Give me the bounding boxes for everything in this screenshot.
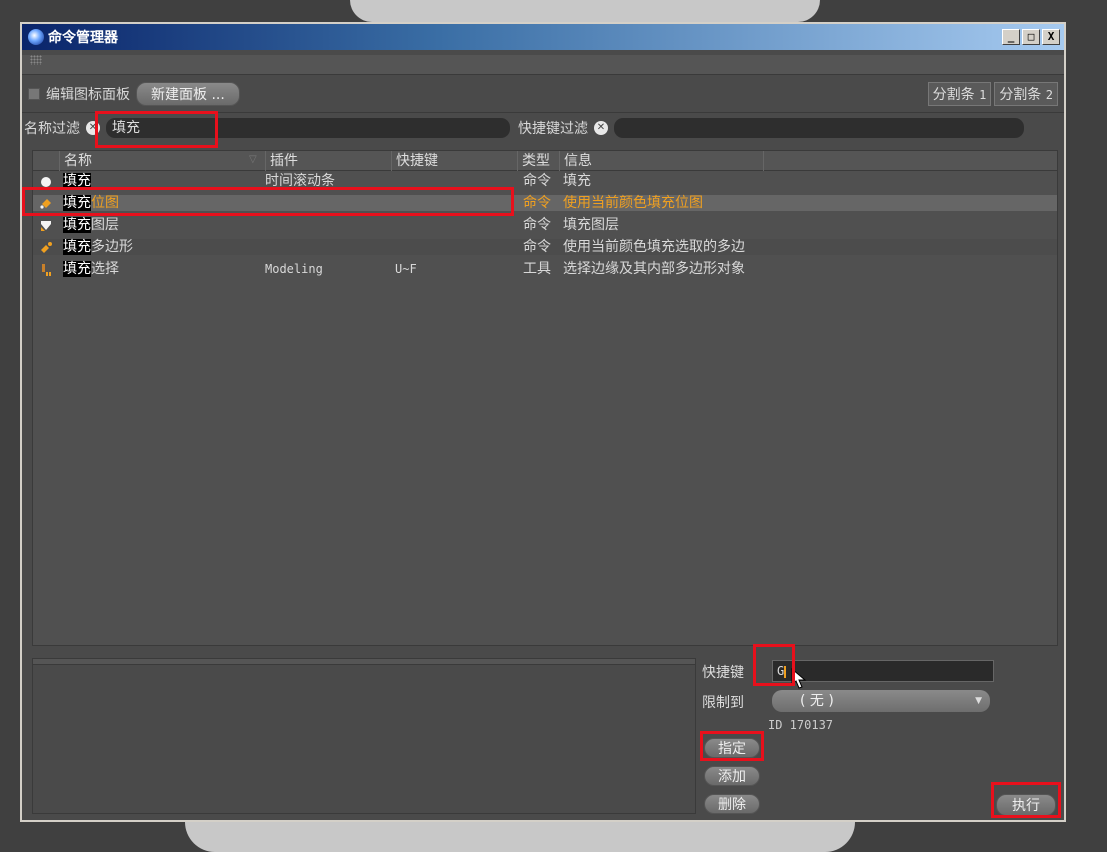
background-shape xyxy=(185,822,855,852)
row-type: 命令 xyxy=(523,173,551,189)
column-type[interactable]: 类型 xyxy=(517,151,559,171)
sort-indicator-icon: ▽ xyxy=(249,154,257,165)
shortcut-panel: 快捷键 G 限制到 ( 无 ) ▼ ID 170137 指定 添加 删除 执行 xyxy=(702,658,1062,818)
restrict-label: 限制到 xyxy=(702,695,744,711)
column-plugin[interactable]: 插件 xyxy=(265,151,391,171)
fill-layer-icon xyxy=(41,221,51,231)
add-button[interactable]: 添加 xyxy=(704,766,760,786)
clear-shortcut-filter-icon[interactable]: ✕ xyxy=(594,121,608,135)
row-info: 填充 xyxy=(563,173,591,189)
row-info: 使用当前颜色填充选取的多边 xyxy=(563,239,745,255)
background-shape xyxy=(350,0,820,22)
name-filter-input[interactable]: 填充 xyxy=(106,118,510,138)
row-plugin: Modeling xyxy=(265,262,323,276)
shortcut-filter-label: 快捷键过滤 xyxy=(518,121,588,137)
panel-grip-strip[interactable] xyxy=(22,55,1064,75)
column-shortcut[interactable]: 快捷键 xyxy=(391,151,517,171)
command-manager-window: 命令管理器 _ □ X 编辑图标面板 新建面板 ... 分割条 1 分割条 2 … xyxy=(20,22,1066,822)
fill-select-icon xyxy=(42,264,51,276)
split-bar-1-button[interactable]: 分割条 1 xyxy=(927,81,992,106)
text-caret xyxy=(784,665,787,678)
table-row[interactable]: 填充 时间滚动条 命令 填充 xyxy=(33,173,1057,189)
row-type: 命令 xyxy=(523,195,551,211)
white-dot-icon xyxy=(41,177,51,187)
row-info: 选择边缘及其内部多边形对象 xyxy=(563,261,745,277)
table-header: 名称 ▽ 插件 快捷键 类型 信息 xyxy=(33,151,1057,171)
shortcut-filter-input[interactable] xyxy=(614,118,1024,138)
title-bar[interactable]: 命令管理器 _ □ X xyxy=(22,24,1064,50)
panel-divider[interactable] xyxy=(33,659,695,665)
row-type: 工具 xyxy=(523,261,551,277)
row-name: 填充选择 xyxy=(63,261,119,277)
chevron-down-icon: ▼ xyxy=(975,696,982,706)
shortcut-value: G xyxy=(777,664,785,678)
column-info[interactable]: 信息 xyxy=(559,151,763,171)
edit-panel-label: 编辑图标面板 xyxy=(46,86,130,103)
column-name[interactable]: 名称 xyxy=(59,151,265,171)
filter-row: 名称过滤 ✕ 填充 快捷键过滤 ✕ xyxy=(22,113,1064,143)
split-bar-1-label: 分割条 xyxy=(932,86,975,103)
name-filter-label: 名称过滤 xyxy=(24,121,80,137)
table-row[interactable]: 填充选择 Modeling U~F 工具 选择边缘及其内部多边形对象 xyxy=(33,261,1057,277)
clear-name-filter-icon[interactable]: ✕ xyxy=(86,121,100,135)
grip-icon[interactable] xyxy=(30,55,42,65)
row-shortcut: U~F xyxy=(395,262,417,276)
row-type: 命令 xyxy=(523,217,551,233)
row-type: 命令 xyxy=(523,239,551,255)
split-bar-2-button[interactable]: 分割条 2 xyxy=(994,81,1058,106)
execute-button[interactable]: 执行 xyxy=(996,794,1056,816)
assign-button[interactable]: 指定 xyxy=(704,738,760,758)
row-info: 使用当前颜色填充位图 xyxy=(563,195,703,211)
row-name: 填充多边形 xyxy=(63,239,133,255)
paint-bucket-icon xyxy=(40,199,51,209)
command-id: ID 170137 xyxy=(768,718,834,732)
close-button[interactable]: X xyxy=(1042,29,1060,45)
fill-polygon-icon xyxy=(41,242,52,253)
split-bar-1-num: 1 xyxy=(979,87,987,102)
split-bar-2-num: 2 xyxy=(1045,87,1053,102)
restrict-value: ( 无 ) xyxy=(800,693,834,709)
app-icon xyxy=(28,29,44,45)
edit-panel-checkbox[interactable] xyxy=(28,87,40,100)
row-name: 填充图层 xyxy=(63,217,119,233)
column-extra xyxy=(763,151,1057,171)
row-info: 填充图层 xyxy=(563,217,619,233)
maximize-button[interactable]: □ xyxy=(1022,29,1040,45)
restrict-dropdown[interactable]: ( 无 ) ▼ xyxy=(772,690,990,712)
row-name: 填充 xyxy=(63,173,91,189)
row-name: 填充位图 xyxy=(63,195,119,211)
mouse-cursor-icon xyxy=(791,668,807,689)
shortcut-label: 快捷键 xyxy=(702,665,744,681)
toolbar: 编辑图标面板 新建面板 ... 分割条 1 分割条 2 xyxy=(22,75,1064,113)
description-panel xyxy=(32,658,696,814)
new-panel-button[interactable]: 新建面板 ... xyxy=(136,81,240,106)
window-title: 命令管理器 xyxy=(48,30,118,46)
table-row[interactable]: 填充图层 命令 填充图层 xyxy=(33,217,1057,233)
row-plugin: 时间滚动条 xyxy=(265,173,335,189)
split-bar-2-label: 分割条 xyxy=(999,86,1042,103)
command-table: 名称 ▽ 插件 快捷键 类型 信息 填充 时间滚动条 命令 填充 填充位图 命令… xyxy=(32,150,1058,646)
minimize-button[interactable]: _ xyxy=(1002,29,1020,45)
table-row-selected[interactable]: 填充位图 命令 使用当前颜色填充位图 xyxy=(33,195,1057,211)
table-row[interactable]: 填充多边形 命令 使用当前颜色填充选取的多边 xyxy=(33,239,1057,255)
delete-button[interactable]: 删除 xyxy=(704,794,760,814)
